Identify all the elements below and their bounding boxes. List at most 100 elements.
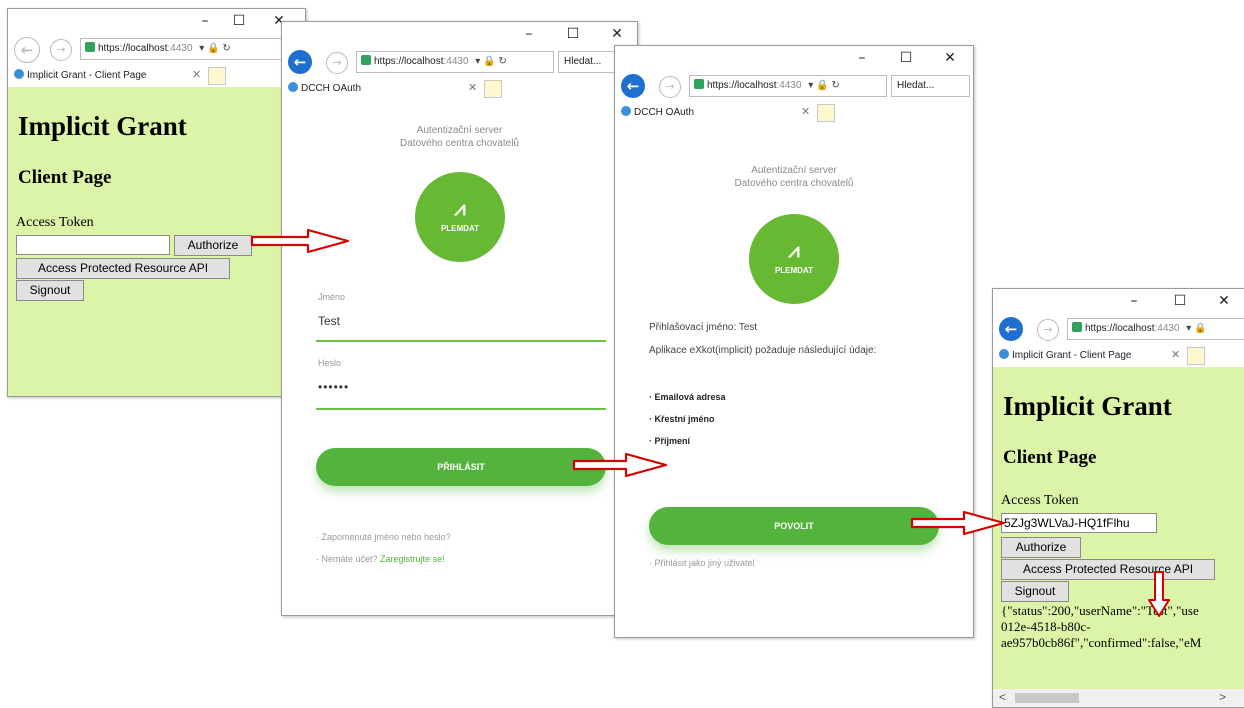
client-browser-window-result: – ☐ ✕ ← → https://localhost:4430 ▾ 🔒 Imp… — [992, 288, 1244, 708]
access-api-button[interactable]: Access Protected Resource API — [16, 258, 230, 279]
search-box[interactable]: Hledat... — [891, 75, 970, 97]
other-user-link[interactable]: · Přihlásit jako jiný uživatel — [649, 558, 755, 568]
access-token-input[interactable] — [16, 235, 170, 255]
new-tab-icon[interactable] — [208, 67, 226, 85]
server-title-line1: Autentizační server — [751, 165, 837, 176]
other-user-link-text[interactable]: Přihlásit jako jiný uživatel — [655, 558, 755, 568]
logo-text: PLEMDAT — [440, 224, 480, 233]
back-icon[interactable]: ← — [621, 74, 645, 98]
page-subtitle: Client Page — [1003, 447, 1097, 468]
response-line: {"status":200,"userName":"Test","use — [1001, 603, 1199, 618]
password-input[interactable]: •••••• — [318, 380, 349, 394]
minimize-icon[interactable]: – — [1125, 293, 1143, 309]
forward-icon[interactable]: → — [50, 39, 72, 61]
forgot-link-text[interactable]: Zapomenuté jméno nebo heslo? — [322, 532, 451, 542]
new-tab-icon[interactable] — [817, 104, 835, 122]
close-tab-icon[interactable]: ✕ — [468, 81, 477, 94]
flow-arrow-icon — [250, 228, 350, 254]
authorize-button[interactable]: Authorize — [1001, 537, 1081, 558]
tab-title: Implicit Grant - Client Page — [1012, 350, 1132, 361]
close-icon[interactable]: ✕ — [941, 50, 959, 66]
forgot-credentials-link[interactable]: · Zapomenuté jméno nebo heslo? — [316, 532, 451, 542]
tab-bar: Implicit Grant - Client Page ✕ — [993, 345, 1244, 368]
signout-button[interactable]: Signout — [1001, 581, 1069, 602]
url-scheme: https:// — [374, 56, 405, 67]
close-icon[interactable]: ✕ — [608, 26, 626, 42]
scroll-thumb[interactable] — [1015, 693, 1079, 703]
no-account-text: Nemáte účet? — [321, 554, 378, 564]
mountain-icon: ⩘ — [788, 238, 800, 262]
back-icon[interactable]: ← — [14, 37, 40, 63]
url-scheme: https:// — [98, 43, 129, 54]
tab-dcch-oauth[interactable]: DCCH OAuth — [284, 80, 464, 100]
plemdat-logo: ⩘ PLEMDAT — [749, 214, 839, 304]
title-bar: – ☐ ✕ — [8, 9, 305, 35]
forward-icon[interactable]: → — [1037, 319, 1059, 341]
maximize-icon[interactable]: ☐ — [897, 50, 915, 66]
horizontal-scrollbar[interactable]: < > — [993, 689, 1244, 707]
minimize-icon[interactable]: – — [520, 26, 538, 42]
flow-arrow-icon — [910, 510, 1006, 536]
new-tab-icon[interactable] — [1187, 347, 1205, 365]
lock-icon[interactable]: ▾ 🔒 — [1184, 323, 1206, 334]
logo-text: PLEMDAT — [774, 266, 814, 275]
url-scheme: https:// — [1085, 323, 1116, 334]
minimize-icon[interactable]: – — [853, 50, 871, 66]
scope-item: · Příjmení — [649, 436, 691, 446]
tab-client-page[interactable]: Implicit Grant - Client Page — [10, 67, 196, 87]
ie-icon — [288, 82, 298, 92]
plemdat-logo: ⩘ PLEMDAT — [415, 172, 505, 262]
access-token-input[interactable]: 5ZJg3WLVaJ-HQ1fFlhu — [1001, 513, 1157, 533]
scroll-right-icon[interactable]: > — [1219, 690, 1226, 704]
tab-client-page[interactable]: Implicit Grant - Client Page — [995, 347, 1173, 367]
close-tab-icon[interactable]: ✕ — [1171, 348, 1180, 361]
nav-bar: ← → https://localhost:4430 ▾ 🔒 — [993, 315, 1244, 343]
minimize-icon[interactable]: – — [196, 13, 214, 29]
client-browser-window-initial: – ☐ ✕ ← → https://localhost:4430 ▾ 🔒 ↻ I… — [7, 8, 306, 397]
client-page-content: Implicit Grant Client Page Access Token … — [993, 367, 1244, 707]
down-arrow-icon — [1148, 571, 1170, 617]
close-icon[interactable]: ✕ — [1215, 293, 1233, 309]
username-label: Jméno — [318, 292, 346, 302]
tab-dcch-oauth[interactable]: DCCH OAuth — [617, 104, 797, 124]
forward-icon[interactable]: → — [326, 52, 348, 74]
register-link[interactable]: Zaregistrujte se! — [380, 554, 445, 564]
page-title: Implicit Grant — [18, 111, 187, 141]
address-bar[interactable]: https://localhost:4430 ▾ 🔒 ↻ — [80, 38, 282, 60]
login-button[interactable]: PŘIHLÁSIT — [316, 448, 606, 486]
title-bar: – ☐ ✕ — [282, 22, 637, 48]
username-input[interactable]: Test — [318, 314, 340, 328]
close-tab-icon[interactable]: ✕ — [192, 68, 201, 81]
lock-icon[interactable]: ▾ 🔒 ↻ — [806, 80, 839, 91]
access-api-button[interactable]: Access Protected Resource API — [1001, 559, 1215, 580]
maximize-icon[interactable]: ☐ — [564, 26, 582, 42]
back-icon[interactable]: ← — [288, 50, 312, 74]
allow-button[interactable]: POVOLIT — [649, 507, 939, 545]
new-tab-icon[interactable] — [484, 80, 502, 98]
signout-button[interactable]: Signout — [16, 280, 84, 301]
flow-arrow-icon — [572, 452, 668, 478]
scope-item: · Emailová adresa — [649, 392, 726, 402]
login-browser-window: – ☐ ✕ ← → https://localhost:4430 ▾ 🔒 ↻ H… — [281, 21, 638, 616]
nav-bar: ← → https://localhost:4430 ▾ 🔒 ↻ Hledat.… — [282, 48, 637, 76]
close-tab-icon[interactable]: ✕ — [801, 105, 810, 118]
lock-icon[interactable]: ▾ 🔒 ↻ — [197, 43, 230, 54]
back-icon[interactable]: ← — [999, 317, 1023, 341]
address-bar[interactable]: https://localhost:4430 ▾ 🔒 — [1067, 318, 1244, 340]
address-bar[interactable]: https://localhost:4430 ▾ 🔒 ↻ — [689, 75, 887, 97]
nav-bar: ← → https://localhost:4430 ▾ 🔒 ↻ Hledat.… — [615, 72, 973, 100]
lock-icon[interactable]: ▾ 🔒 ↻ — [473, 56, 506, 67]
login-page-content: Autentizační server Datového centra chov… — [282, 100, 637, 615]
consent-page-content: Autentizační server Datového centra chov… — [615, 124, 973, 637]
maximize-icon[interactable]: ☐ — [1171, 293, 1189, 309]
forward-icon[interactable]: → — [659, 76, 681, 98]
scroll-left-icon[interactable]: < — [999, 690, 1006, 704]
authorize-button[interactable]: Authorize — [174, 235, 252, 256]
url-scheme: https:// — [707, 80, 738, 91]
scope-first-name: Křestní jméno — [654, 414, 715, 424]
url-host: localhost — [404, 56, 444, 67]
tab-bar: DCCH OAuth ✕ — [282, 78, 637, 101]
maximize-icon[interactable]: ☐ — [230, 13, 248, 29]
register-row: · Nemáte účet? Zaregistrujte se! — [316, 554, 445, 564]
address-bar[interactable]: https://localhost:4430 ▾ 🔒 ↻ — [356, 51, 554, 73]
